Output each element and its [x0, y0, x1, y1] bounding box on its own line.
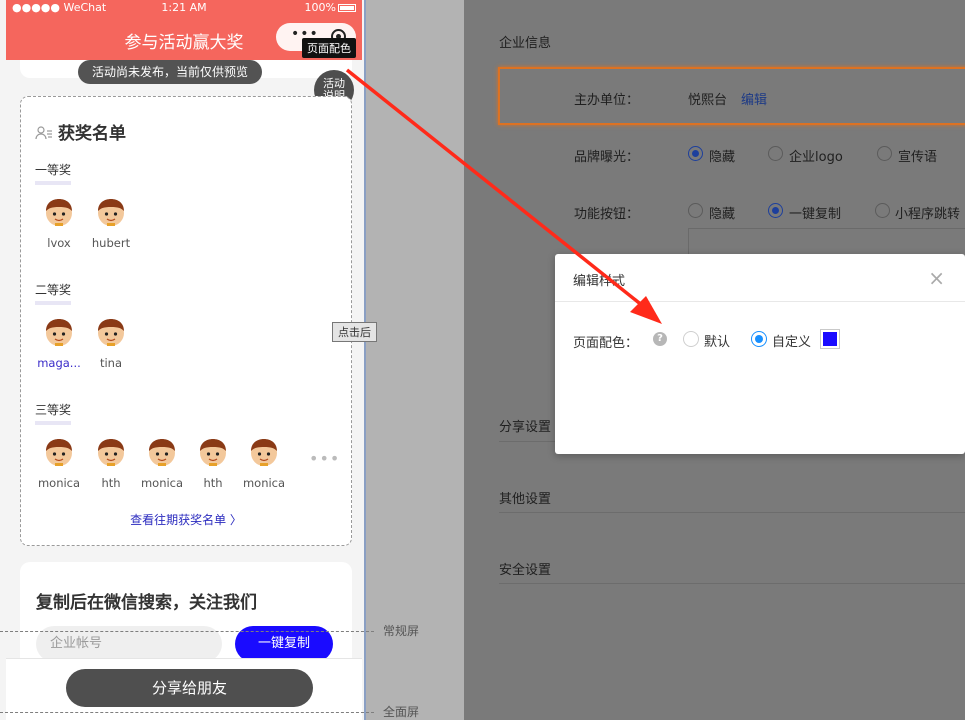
prize-label-second: 二等奖	[35, 281, 72, 305]
help-icon[interactable]: ?	[653, 332, 667, 346]
host-value: 悦熙台	[688, 93, 728, 108]
prize-label-first: 一等奖	[35, 161, 72, 185]
enterprise-info-title: 企业信息	[499, 36, 552, 51]
normal-screen-line	[0, 631, 374, 632]
status-bar: ●●●●● WeChat 1:21 AM 100%	[6, 0, 362, 16]
preview-notice-pill: 活动尚未发布，当前仅供预览	[78, 60, 263, 84]
winner-name: hth	[101, 476, 121, 490]
avatar-icon	[98, 199, 124, 226]
brand-radio-slogan[interactable]	[877, 146, 892, 161]
close-icon[interactable]: ×	[928, 266, 945, 290]
page-color-label: 页面配色：	[573, 336, 639, 351]
winner-item: hth	[85, 437, 137, 490]
brand-radio-hide[interactable]	[688, 146, 703, 161]
full-screen-line	[0, 712, 374, 713]
modal-header: 编辑样式 ×	[555, 254, 965, 302]
avatar-icon	[251, 439, 277, 466]
other-settings-title[interactable]: 其他设置	[499, 488, 551, 507]
brand-option-label: 隐藏	[709, 150, 736, 165]
security-settings-title[interactable]: 安全设置	[499, 559, 551, 578]
winner-item: maga...	[33, 317, 85, 370]
edit-style-modal: 编辑样式 × 页面配色： ? 默认 自定义	[555, 254, 965, 454]
color-option-default-label: 默认	[704, 335, 731, 350]
phone-preview: ●●●●● WeChat 1:21 AM 100% 参与活动赢大奖 ••• 页面…	[0, 0, 366, 720]
winner-name: monica	[140, 476, 184, 490]
more-winners-icon[interactable]: •••	[309, 449, 340, 468]
brand-label: 品牌曝光：	[574, 150, 640, 165]
click-hint-tooltip: 点击后	[332, 322, 377, 342]
phone-body: 活动尚未发布，当前仅供预览 活动说明 获奖名单 一等奖 lvox	[6, 60, 362, 720]
winners-title-text: 获奖名单	[58, 124, 126, 144]
winner-item: hubert	[85, 197, 137, 250]
winner-item: hth	[187, 437, 239, 490]
winner-name: monica	[37, 476, 81, 490]
function-label: 功能按钮：	[574, 207, 640, 222]
winner-item: monica	[136, 437, 188, 490]
function-option-label: 隐藏	[709, 207, 736, 222]
status-battery: 100%	[305, 1, 356, 14]
winner-name: monica	[242, 476, 286, 490]
function-radio-hide[interactable]	[688, 203, 703, 218]
avatar-icon	[46, 319, 72, 346]
modal-title: 编辑样式	[573, 274, 626, 289]
section-divider	[499, 583, 965, 584]
color-picker-swatch[interactable]	[820, 329, 840, 349]
avatar-icon	[98, 319, 124, 346]
normal-screen-label: 常规屏	[383, 624, 420, 638]
host-row	[498, 67, 965, 125]
users-icon	[35, 126, 52, 140]
avatar-icon	[149, 439, 175, 466]
avatar-icon	[46, 199, 72, 226]
winner-item: lvox	[33, 197, 85, 250]
color-radio-custom[interactable]	[751, 331, 767, 347]
section-divider	[499, 512, 965, 513]
avatar-icon	[46, 439, 72, 466]
winner-name: hubert	[91, 236, 131, 250]
function-option-label: 一键复制	[789, 207, 842, 222]
battery-icon	[338, 4, 356, 12]
function-radio-copy[interactable]	[768, 203, 783, 218]
prize-label-third: 三等奖	[35, 401, 72, 425]
page-color-tooltip: 页面配色	[302, 38, 356, 58]
follow-title: 复制后在微信搜索，关注我们	[36, 593, 257, 613]
full-screen-label: 全面屏	[383, 705, 420, 719]
host-label: 主办单位：	[574, 93, 640, 108]
winner-name: tina	[99, 356, 123, 370]
share-bar: 分享给朋友	[6, 658, 362, 720]
color-radio-default[interactable]	[683, 331, 699, 347]
avatar-icon	[98, 439, 124, 466]
function-option-label: 小程序跳转	[895, 207, 961, 222]
battery-percent: 100%	[304, 1, 336, 14]
winner-name: hth	[203, 476, 223, 490]
winner-item: monica	[238, 437, 290, 490]
color-option-custom-label: 自定义	[772, 335, 812, 350]
brand-option-label: 宣传语	[898, 150, 938, 165]
avatar-icon	[200, 439, 226, 466]
view-history-link[interactable]: 查看往期获奖名单 〉	[21, 511, 351, 528]
swatch-fill	[823, 332, 837, 346]
winners-card[interactable]: 获奖名单 一等奖 lvox hubert 二等奖 maga... tina 三等…	[20, 96, 352, 546]
function-radio-miniprogram[interactable]	[875, 203, 890, 218]
winner-item: monica	[33, 437, 85, 490]
brand-radio-logo[interactable]	[768, 146, 783, 161]
winner-name: lvox	[47, 236, 71, 250]
host-edit-link[interactable]: 编辑	[741, 89, 767, 108]
winner-name: maga...	[37, 356, 81, 370]
share-button[interactable]: 分享给朋友	[66, 669, 313, 707]
winner-item: tina	[85, 317, 137, 370]
share-settings-title[interactable]: 分享设置	[499, 416, 551, 435]
brand-option-label: 企业logo	[789, 150, 843, 165]
winners-title: 获奖名单	[35, 119, 126, 144]
